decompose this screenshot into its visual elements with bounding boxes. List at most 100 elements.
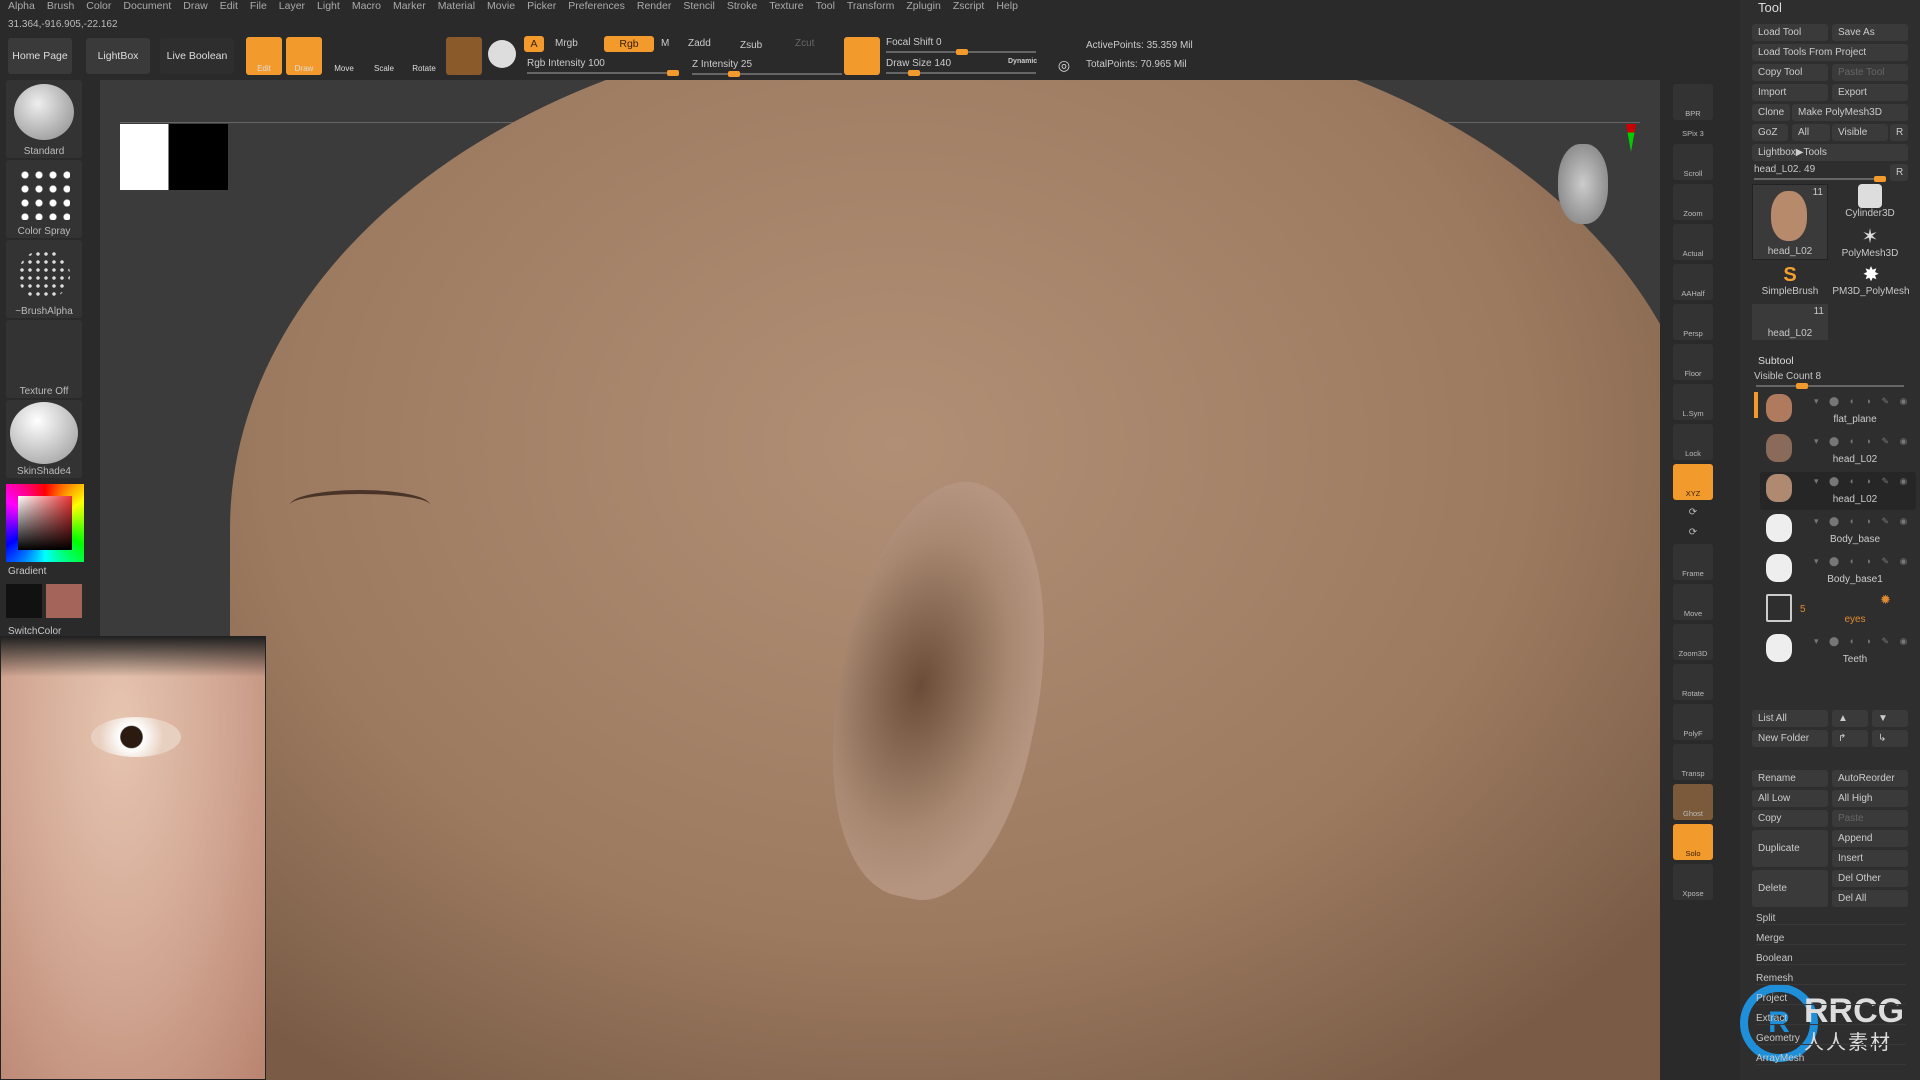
menu-stencil[interactable]: Stencil (683, 0, 715, 15)
slider-knob[interactable] (956, 49, 968, 55)
move-down-button[interactable]: ▼ (1872, 710, 1908, 727)
menu-stroke[interactable]: Stroke (727, 0, 757, 15)
subtool-item[interactable]: ▾ ⬤ ◐ ◑ ✎ ◉ Teeth (1760, 632, 1916, 670)
menu-zplugin[interactable]: Zplugin (906, 0, 940, 15)
material-picker[interactable]: SkinShade4 (6, 400, 82, 478)
draw-button[interactable]: Draw (286, 37, 322, 75)
menu-help[interactable]: Help (996, 0, 1018, 15)
menu-transform[interactable]: Transform (847, 0, 894, 15)
list-all-button[interactable]: List All (1752, 710, 1828, 727)
clone-button[interactable]: Clone (1752, 104, 1790, 121)
paste-tool-button[interactable]: Paste Tool (1832, 64, 1908, 81)
rgb-button[interactable]: Rgb (604, 36, 654, 52)
lightbox-tools-button[interactable]: Lightbox▶Tools (1752, 144, 1908, 161)
menu-tool[interactable]: Tool (816, 0, 835, 15)
tool-slider[interactable] (1754, 176, 1886, 182)
view-button-aahalf[interactable]: AAHalf (1673, 264, 1713, 300)
stroke-s-button[interactable] (844, 37, 880, 75)
gradient-label[interactable]: Gradient (8, 566, 46, 577)
goz-all-button[interactable]: All (1792, 124, 1830, 141)
tool-thumb-cylinder[interactable]: Cylinder3D (1832, 184, 1908, 220)
section-remesh[interactable]: Remesh (1756, 973, 1906, 985)
view-button-lsym[interactable]: L.Sym (1673, 384, 1713, 420)
menu-marker[interactable]: Marker (393, 0, 426, 15)
menu-texture[interactable]: Texture (769, 0, 803, 15)
menu-alpha[interactable]: Alpha (8, 0, 35, 15)
goz-r-button[interactable]: R (1890, 124, 1908, 141)
home-page-button[interactable]: Home Page (8, 38, 72, 74)
tool-thumb-polymesh[interactable]: ✶ PolyMesh3D (1832, 226, 1908, 262)
view-button-floor[interactable]: Floor (1673, 344, 1713, 380)
d-brush-icon[interactable]: ◎ (1046, 38, 1082, 76)
folder-down-icon[interactable]: ↳ (1872, 730, 1908, 747)
load-tool-button[interactable]: Load Tool (1752, 24, 1828, 41)
color-picker[interactable] (6, 484, 84, 562)
alpha-picker[interactable]: ~BrushAlpha (6, 240, 82, 318)
menu-draw[interactable]: Draw (183, 0, 208, 15)
tool-thumb-pm3d[interactable]: ✸ PM3D_PolyMesh (1832, 264, 1910, 300)
view-button-rotate-axis-12[interactable]: ⟳ (1673, 524, 1713, 540)
new-folder-button[interactable]: New Folder (1752, 730, 1828, 747)
tool-thumb-simplebrush[interactable]: S SimpleBrush (1752, 264, 1828, 300)
menu-zscript[interactable]: Zscript (953, 0, 985, 15)
section-arraymesh[interactable]: ArrayMesh (1756, 1053, 1906, 1065)
view-button-rotate[interactable]: Rotate (1673, 664, 1713, 700)
subtool-title[interactable]: Subtool (1758, 355, 1794, 367)
insert-button[interactable]: Insert (1832, 850, 1908, 867)
secondary-color-swatch[interactable] (6, 584, 42, 618)
rename-button[interactable]: Rename (1752, 770, 1828, 787)
view-button-lock[interactable]: Lock (1673, 424, 1713, 460)
view-button-ghost[interactable]: Ghost (1673, 784, 1713, 820)
edit-button[interactable]: Edit (246, 37, 282, 75)
append-button[interactable]: Append (1832, 830, 1908, 847)
export-button[interactable]: Export (1832, 84, 1908, 101)
lightbox-button[interactable]: LightBox (86, 38, 150, 74)
tool-r-button[interactable]: R (1890, 164, 1908, 181)
section-project[interactable]: Project (1756, 993, 1906, 1005)
subtool-item[interactable]: ▾ ⬤ ◐ ◑ ✎ ◉ head_L02 (1760, 432, 1916, 470)
subtool-item[interactable]: ▾ ⬤ ◐ ◑ ✎ ◉ head_L02 (1760, 472, 1916, 510)
copy-tool-button[interactable]: Copy Tool (1752, 64, 1828, 81)
view-button-spix3[interactable]: SPix 3 (1673, 124, 1713, 140)
del-all-button[interactable]: Del All (1832, 890, 1908, 907)
zsub-button[interactable]: Zsub (740, 40, 762, 51)
subtool-toggle-icons[interactable]: ▾ ⬤ ◐ ◑ ✎ ◉ (1814, 476, 1911, 487)
focal-shift-slider[interactable] (886, 49, 1036, 55)
view-button-frame[interactable]: Frame (1673, 544, 1713, 580)
view-button-xpose[interactable]: Xpose (1673, 864, 1713, 900)
view-button-xyz[interactable]: XYZ (1673, 464, 1713, 500)
m-button[interactable]: M (661, 38, 669, 49)
all-high-button[interactable]: All High (1832, 790, 1908, 807)
move-up-button[interactable]: ▲ (1832, 710, 1868, 727)
view-button-persp[interactable]: Persp (1673, 304, 1713, 340)
folder-up-icon[interactable]: ↱ (1832, 730, 1868, 747)
menu-layer[interactable]: Layer (279, 0, 305, 15)
subtool-item[interactable]: ▾ ⬤ ◐ ◑ ✎ ◉ flat_plane (1760, 392, 1916, 430)
menu-picker[interactable]: Picker (527, 0, 556, 15)
view-button-scroll[interactable]: Scroll (1673, 144, 1713, 180)
scale-button[interactable]: Scale (366, 37, 402, 75)
orientation-head-icon[interactable] (1558, 144, 1608, 224)
goz-visible-button[interactable]: Visible (1832, 124, 1888, 141)
subtool-item[interactable]: ▾ ⬤ ◐ ◑ ✎ ◉ Body_base (1760, 512, 1916, 550)
canvas-viewport[interactable] (100, 80, 1660, 1080)
make-polymesh3d-button[interactable]: Make PolyMesh3D (1792, 104, 1908, 121)
subtool-toggle-icons[interactable]: ▾ ⬤ ◐ ◑ ✎ ◉ (1814, 436, 1911, 447)
section-split[interactable]: Split (1756, 913, 1906, 925)
subtool-toggle-icons[interactable]: ▾ ⬤ ◐ ◑ ✎ ◉ (1814, 556, 1911, 567)
load-tools-from-project-button[interactable]: Load Tools From Project (1752, 44, 1908, 61)
zadd-button[interactable]: Zadd (688, 38, 711, 49)
stroke-picker[interactable]: Color Spray (6, 160, 82, 238)
navigation-thumbnail[interactable] (120, 124, 228, 190)
axis-gizmo-icon[interactable] (1626, 124, 1636, 152)
menu-file[interactable]: File (250, 0, 267, 15)
menu-edit[interactable]: Edit (220, 0, 238, 15)
tool-thumb-head-2[interactable]: 11 head_L02 (1752, 304, 1828, 340)
menu-color[interactable]: Color (86, 0, 111, 15)
color-square[interactable] (18, 496, 72, 550)
texture-picker[interactable]: Texture Off (6, 320, 82, 398)
copy-subtool-button[interactable]: Copy (1752, 810, 1828, 827)
z-intensity-slider[interactable] (692, 71, 842, 77)
move-button[interactable]: Move (326, 37, 362, 75)
section-merge[interactable]: Merge (1756, 933, 1906, 945)
